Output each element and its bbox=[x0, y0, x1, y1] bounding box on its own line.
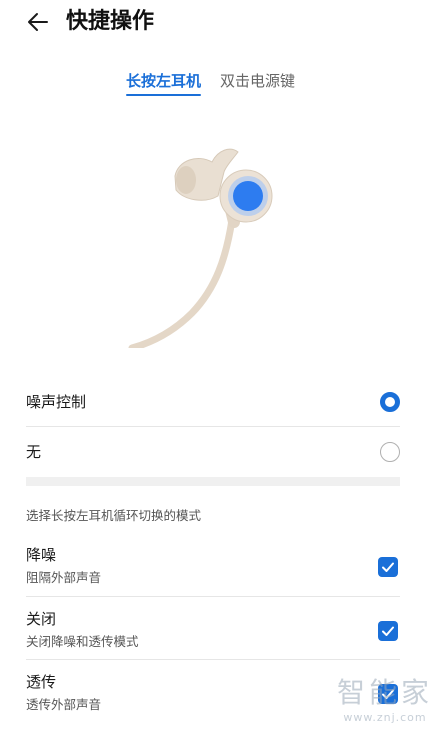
mode-title: 透传 bbox=[26, 673, 57, 691]
radio-selected[interactable] bbox=[380, 392, 400, 412]
tab-bar: 长按左耳机 双击电源键 bbox=[0, 70, 441, 98]
radio-unselected[interactable] bbox=[380, 442, 400, 462]
checkbox-checked[interactable] bbox=[378, 621, 398, 641]
mode-subtitle: 透传外部声音 bbox=[26, 697, 102, 712]
mode-title: 关闭 bbox=[26, 610, 57, 628]
checkmark-icon bbox=[382, 626, 394, 636]
tab-double-press-power-key[interactable]: 双击电源键 bbox=[220, 70, 295, 92]
tab-long-press-left-earphone[interactable]: 长按左耳机 bbox=[126, 70, 202, 96]
checkbox-checked[interactable] bbox=[378, 557, 398, 577]
section-caption: 选择长按左耳机循环切换的模式 bbox=[26, 508, 202, 523]
section-separator bbox=[26, 477, 400, 486]
earphone-illustration bbox=[120, 138, 290, 352]
option-label: 噪声控制 bbox=[26, 393, 87, 411]
watermark: 智能家 www.znj.com bbox=[337, 671, 433, 724]
mode-item-off[interactable]: 关闭 关闭降噪和透传模式 bbox=[26, 608, 400, 670]
tab-label: 长按左耳机 bbox=[126, 72, 202, 90]
checkmark-icon bbox=[382, 562, 394, 572]
watermark-url: www.znj.com bbox=[343, 711, 427, 724]
watermark-text: 智能家 bbox=[336, 676, 433, 709]
option-none[interactable]: 无 bbox=[26, 427, 400, 477]
mode-subtitle: 关闭降噪和透传模式 bbox=[26, 634, 139, 649]
option-label: 无 bbox=[26, 443, 42, 461]
tab-active-indicator bbox=[126, 94, 202, 96]
arrow-left-icon bbox=[28, 13, 48, 31]
tab-label: 双击电源键 bbox=[220, 72, 296, 90]
page-title: 快捷操作 bbox=[66, 9, 155, 34]
divider bbox=[26, 659, 400, 660]
option-noise-control[interactable]: 噪声控制 bbox=[26, 377, 400, 427]
mode-subtitle: 阻隔外部声音 bbox=[26, 570, 102, 585]
divider bbox=[26, 596, 400, 597]
mode-title: 降噪 bbox=[26, 546, 57, 564]
back-button[interactable] bbox=[22, 6, 54, 38]
